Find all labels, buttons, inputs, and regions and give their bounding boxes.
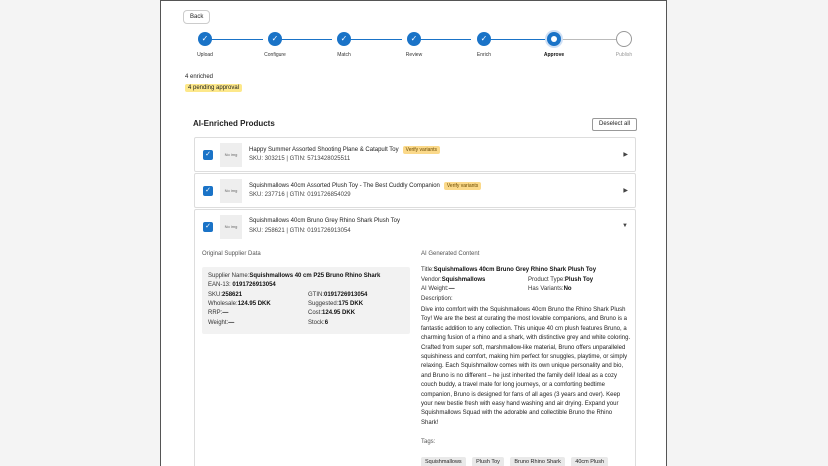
step-connector (485, 39, 548, 40)
supplier-data-title: Original Supplier Data (202, 251, 261, 257)
supplier-wholesale: Wholesale:124.95 DKK (208, 301, 271, 307)
supplier-suggested: Suggested:175 DKK (308, 301, 364, 307)
supplier-cost: Cost:124.95 DKK (308, 310, 356, 316)
product-checkbox[interactable]: ✓ (203, 222, 213, 232)
step-label-approve: Approve (543, 52, 565, 58)
product-name-text: Happy Summer Assorted Shooting Plane & C… (249, 147, 399, 153)
step-match-check-icon: ✓ (337, 32, 351, 46)
section-title: AI-Enriched Products (193, 119, 275, 128)
supplier-sku: SKU:258621 (208, 292, 243, 298)
step-label-configure: Configure (264, 52, 286, 58)
step-connector (206, 39, 263, 40)
product-row[interactable]: ✓ No img Squishmallows 40cm Bruno Grey R… (194, 209, 636, 244)
tag: 40cm Plush (571, 457, 609, 466)
tag: Plush Toy (472, 457, 504, 466)
step-connector (277, 39, 332, 40)
product-meta: SKU: 303215 | GTIN: 5713428025511 (249, 156, 351, 162)
expand-arrow-icon[interactable]: ▶ (623, 151, 628, 158)
step-label-upload: Upload (197, 52, 213, 58)
expand-arrow-icon[interactable]: ▶ (623, 187, 628, 194)
step-connector (346, 39, 402, 40)
step-label-publish: Publish (615, 52, 633, 58)
product-meta: SKU: 237716 | GTIN: 0191726854029 (249, 192, 351, 198)
back-button[interactable]: Back (183, 10, 211, 24)
ai-tags: Squishmallows Plush Toy Bruno Rhino Shar… (421, 450, 631, 466)
ai-product-type: Product Type:Plush Toy (528, 277, 594, 283)
progress-stepper: ✓ ✓ ✓ ✓ ✓ Upload Configure Match Review … (161, 31, 666, 63)
pending-approval-badge: 4 pending approval (185, 84, 243, 92)
collapse-arrow-icon[interactable]: ▼ (622, 223, 628, 229)
ai-tags-label: Tags: (421, 439, 436, 445)
app-window: Back ✓ ✓ ✓ ✓ ✓ Upload Configure Match Re… (160, 0, 667, 466)
step-label-enrich: Enrich (476, 52, 492, 58)
product-meta: SKU: 258621 | GTIN: 0191726913054 (249, 228, 351, 234)
product-list: ✓ No img Happy Summer Assorted Shooting … (194, 137, 636, 245)
supplier-ean: EAN-13: 0191726913054 (208, 282, 276, 288)
product-name: Squishmallows 40cm Bruno Grey Rhino Shar… (249, 218, 400, 224)
product-name: Squishmallows 40cm Assorted Plush Toy - … (249, 182, 482, 190)
product-row[interactable]: ✓ No img Happy Summer Assorted Shooting … (194, 137, 636, 172)
step-connector (562, 39, 616, 40)
enriched-count: 4 enriched (185, 74, 214, 80)
product-name-text: Squishmallows 40cm Assorted Plush Toy - … (249, 183, 440, 189)
ai-title: Title:Squishmallows 40cm Bruno Grey Rhin… (421, 267, 597, 273)
step-publish-pending-icon (616, 31, 632, 47)
product-name: Happy Summer Assorted Shooting Plane & C… (249, 146, 441, 154)
supplier-name: Supplier Name:Squishmallows 40 cm P25 Br… (208, 273, 381, 279)
ai-description: Dive into comfort with the Squishmallows… (421, 307, 631, 426)
step-label-review: Review (405, 52, 423, 58)
product-checkbox[interactable]: ✓ (203, 186, 213, 196)
step-review-check-icon: ✓ (407, 32, 421, 46)
product-thumbnail: No img (220, 179, 242, 203)
ai-description-label: Description: (421, 296, 453, 302)
step-connector (416, 39, 471, 40)
supplier-stock: Stock:6 (308, 320, 329, 326)
step-label-match: Match (337, 52, 351, 58)
ai-has-variants: Has Variants:No (528, 286, 572, 292)
step-enrich-check-icon: ✓ (477, 32, 491, 46)
supplier-gtin: GTIN:0191726913054 (308, 292, 368, 298)
product-row[interactable]: ✓ No img Squishmallows 40cm Assorted Plu… (194, 173, 636, 208)
deselect-all-button[interactable]: Deselect all (592, 118, 637, 131)
step-upload-check-icon: ✓ (198, 32, 212, 46)
supplier-weight: Weight:— (208, 320, 235, 326)
supplier-data-box: Supplier Name:Squishmallows 40 cm P25 Br… (202, 267, 410, 334)
supplier-rrp: RRP:— (208, 310, 229, 316)
product-thumbnail: No img (220, 143, 242, 167)
ai-vendor: Vendor:Squishmallows (421, 277, 486, 283)
tag: Bruno Rhino Shark (510, 457, 565, 466)
product-details-panel: Original Supplier Data Supplier Name:Squ… (194, 242, 636, 466)
product-checkbox[interactable]: ✓ (203, 150, 213, 160)
ai-content-title: AI Generated Content (421, 251, 480, 257)
step-configure-check-icon: ✓ (268, 32, 282, 46)
verify-variants-badge: Verify variants (443, 182, 482, 190)
tag: Squishmallows (421, 457, 466, 466)
verify-variants-badge: Verify variants (402, 146, 441, 154)
ai-weight: AI Weight:— (421, 286, 455, 292)
step-approve-current-icon (547, 32, 561, 46)
product-thumbnail: No img (220, 215, 242, 239)
